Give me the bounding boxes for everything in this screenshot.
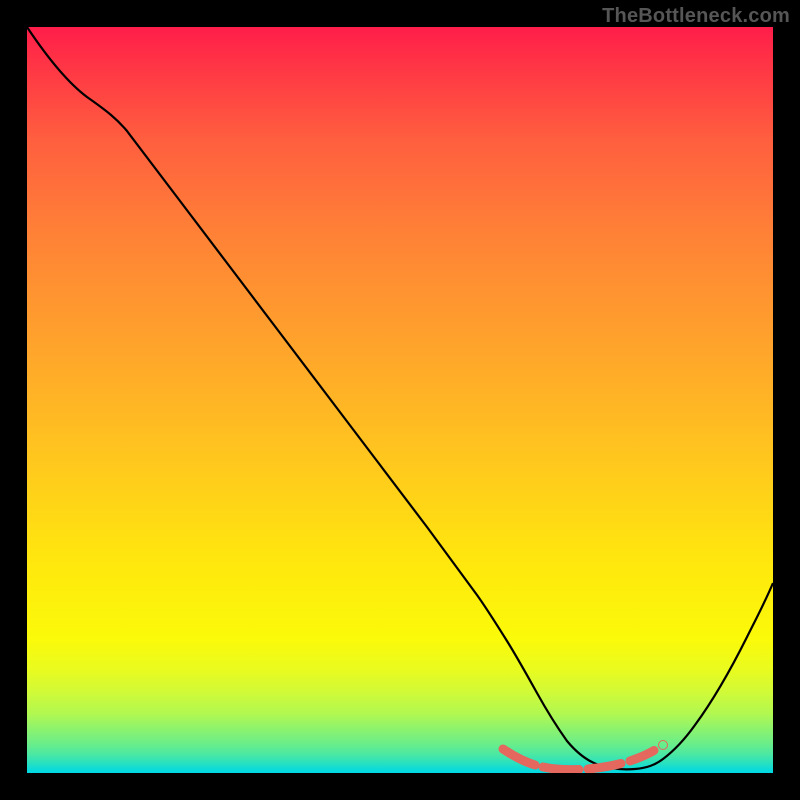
watermark-text: TheBottleneck.com <box>602 5 790 28</box>
chart-line-curve <box>27 27 773 769</box>
chart-svg <box>27 27 773 773</box>
chart-plot-area <box>27 27 773 773</box>
chart-frame: TheBottleneck.com <box>0 0 800 800</box>
